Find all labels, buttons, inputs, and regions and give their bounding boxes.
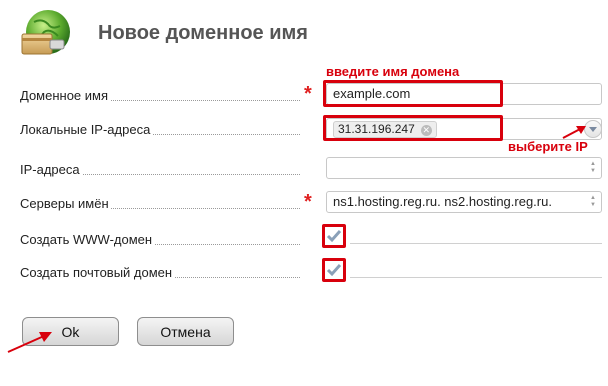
- ip-addresses-label: IP-адреса: [20, 162, 300, 178]
- cancel-button[interactable]: Отмена: [137, 317, 234, 346]
- nameservers-label: Серверы имён: [20, 196, 300, 212]
- ip-addresses-input[interactable]: ▲ ▼: [326, 157, 602, 179]
- required-asterisk: *: [304, 191, 312, 213]
- checkmark-icon: [326, 264, 342, 277]
- annotation-enter-domain: введите имя домена: [326, 64, 460, 79]
- spinner-icon[interactable]: ▲ ▼: [589, 161, 597, 175]
- row-divider: [350, 277, 602, 278]
- mail-domain-label: Создать почтовый домен: [20, 265, 300, 281]
- row-divider: [350, 243, 602, 244]
- checkmark-icon: [326, 230, 342, 243]
- nameservers-input[interactable]: ns1.hosting.reg.ru. ns2.hosting.reg.ru. …: [326, 191, 602, 213]
- www-domain-label: Создать WWW-домен: [20, 232, 300, 248]
- page-title: Новое доменное имя: [98, 22, 308, 44]
- spinner-icon[interactable]: ▲ ▼: [589, 195, 597, 209]
- domain-name-label: Доменное имя: [20, 88, 300, 104]
- highlight-local-ip: [323, 115, 503, 141]
- mail-domain-checkbox[interactable]: [322, 258, 346, 282]
- arrow-to-ok-icon: [7, 332, 52, 353]
- annotation-choose-ip: выберите IP: [508, 139, 588, 154]
- www-domain-checkbox[interactable]: [322, 224, 346, 248]
- required-asterisk: *: [304, 83, 312, 105]
- local-ip-label: Локальные IP-адреса: [20, 122, 300, 138]
- highlight-domain: [323, 80, 503, 107]
- globe-package-icon: [14, 8, 74, 62]
